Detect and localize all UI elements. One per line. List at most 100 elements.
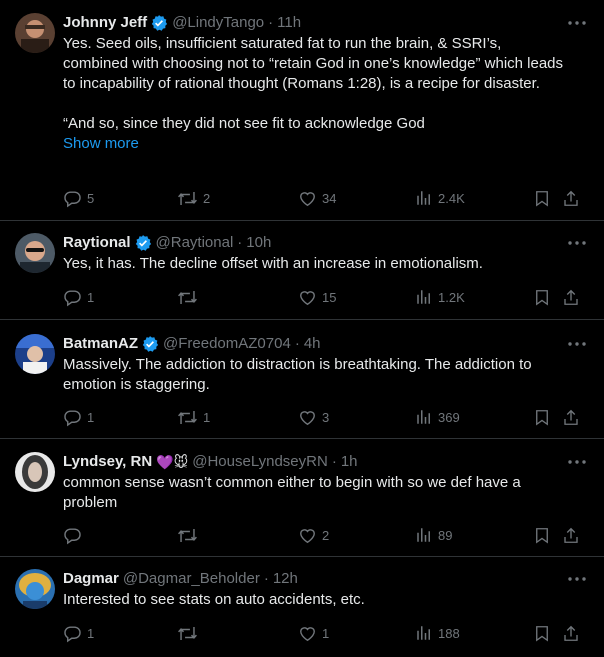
retweet-button[interactable]: [177, 526, 203, 545]
reply-button[interactable]: 5: [63, 189, 94, 208]
timestamp[interactable]: 12h: [273, 569, 298, 589]
tweet[interactable]: Johnny Jeff @LindyTango · 11h Yes. Seed …: [0, 0, 604, 221]
timestamp[interactable]: 1h: [341, 452, 358, 472]
tweet[interactable]: Lyndsey, RN 💜🐭 @HouseLyndseyRN · 1h comm…: [0, 439, 604, 557]
views-count: 188: [438, 625, 460, 641]
more-icon[interactable]: [566, 334, 588, 354]
bookmark-icon: [536, 625, 548, 642]
timestamp[interactable]: 11h: [277, 13, 301, 33]
views-icon: [417, 191, 430, 205]
views-icon: [417, 410, 430, 424]
bookmark-button[interactable]: [533, 408, 551, 427]
share-button[interactable]: [562, 526, 580, 545]
author-name[interactable]: Johnny Jeff: [63, 13, 147, 33]
author-handle[interactable]: @Raytional: [156, 233, 234, 253]
views-button[interactable]: 89: [415, 526, 452, 544]
reply-button[interactable]: 1: [63, 624, 94, 643]
reply-button[interactable]: 1: [63, 408, 94, 427]
views-button[interactable]: 2.4K: [415, 189, 465, 207]
more-icon[interactable]: [566, 233, 588, 253]
author-handle[interactable]: @HouseLyndseyRN: [192, 452, 328, 472]
more-icon[interactable]: [566, 13, 588, 33]
avatar[interactable]: [15, 569, 55, 609]
reply-icon: [64, 190, 81, 207]
like-button[interactable]: 34: [298, 189, 336, 208]
reply-count: 1: [87, 625, 95, 641]
like-count: 3: [322, 409, 330, 425]
reply-feed: Johnny Jeff @LindyTango · 11h Yes. Seed …: [0, 0, 604, 657]
reply-button[interactable]: [63, 526, 87, 545]
avatar[interactable]: [15, 452, 55, 492]
bookmark-button[interactable]: [533, 624, 551, 643]
bookmark-icon: [536, 289, 548, 306]
author-handle[interactable]: @FreedomAZ0704: [163, 334, 291, 354]
show-more-link[interactable]: Show more: [63, 134, 588, 154]
like-count: 2: [322, 527, 330, 543]
tweet[interactable]: BatmanAZ @FreedomAZ0704 · 4h Massively. …: [0, 320, 604, 439]
like-icon: [300, 626, 315, 641]
views-icon: [417, 626, 430, 640]
tweet-text: Massively. The addiction to distraction …: [63, 356, 532, 393]
views-button[interactable]: 1.2K: [415, 288, 465, 306]
bookmark-button[interactable]: [533, 526, 551, 545]
retweet-button[interactable]: 2: [177, 189, 210, 208]
views-button[interactable]: 369: [415, 408, 460, 426]
retweet-icon: [178, 626, 197, 640]
like-count: 34: [322, 190, 337, 206]
timestamp[interactable]: 10h: [246, 233, 271, 253]
bookmark-icon: [536, 190, 548, 207]
tweet-text: common sense wasn’t common either to beg…: [63, 474, 521, 511]
timestamp[interactable]: 4h: [304, 334, 321, 354]
like-button[interactable]: 1: [298, 624, 329, 643]
reply-count: 1: [87, 409, 95, 425]
tweet-text: Interested to see stats on auto accident…: [63, 591, 365, 608]
retweet-button[interactable]: [177, 624, 203, 643]
avatar[interactable]: [15, 13, 55, 53]
author-name[interactable]: BatmanAZ: [63, 334, 138, 354]
action-bar: 2 89: [63, 525, 588, 545]
bookmark-button[interactable]: [533, 288, 551, 307]
tweet[interactable]: Raytional @Raytional · 10h Yes, it has. …: [0, 221, 604, 320]
views-count: 369: [438, 409, 460, 425]
share-icon: [564, 409, 578, 425]
retweet-button[interactable]: [177, 288, 203, 307]
retweet-button[interactable]: 1: [177, 408, 210, 427]
author-handle[interactable]: @LindyTango: [172, 13, 264, 33]
reply-icon: [64, 289, 81, 306]
views-icon: [417, 290, 430, 304]
separator-dot: ·: [268, 14, 274, 31]
views-button[interactable]: 188: [415, 624, 460, 642]
action-bar: 1 1 3 369: [63, 407, 588, 427]
action-bar: 1 1 188: [63, 623, 588, 643]
share-icon: [564, 190, 578, 206]
bookmark-icon: [536, 527, 548, 544]
avatar[interactable]: [15, 233, 55, 273]
more-icon[interactable]: [566, 452, 588, 472]
like-icon: [300, 528, 315, 543]
verified-badge-icon: [134, 234, 152, 252]
separator-dot: ·: [263, 570, 269, 587]
like-icon: [300, 191, 315, 206]
like-button[interactable]: 2: [298, 526, 329, 545]
author-name[interactable]: Dagmar: [63, 569, 119, 589]
author-name[interactable]: Raytional: [63, 233, 131, 253]
tweet[interactable]: Dagmar @Dagmar_Beholder · 12h Interested…: [0, 557, 604, 657]
share-icon: [564, 625, 578, 641]
like-count: 15: [322, 289, 337, 305]
like-button[interactable]: 15: [298, 288, 336, 307]
action-bar: 1 15 1.2K: [63, 287, 588, 307]
share-button[interactable]: [562, 408, 580, 427]
like-button[interactable]: 3: [298, 408, 329, 427]
reply-button[interactable]: 1: [63, 288, 94, 307]
like-icon: [300, 290, 315, 305]
avatar[interactable]: [15, 334, 55, 374]
bookmark-button[interactable]: [533, 189, 551, 208]
share-button[interactable]: [562, 288, 580, 307]
like-icon: [300, 410, 315, 425]
share-button[interactable]: [562, 624, 580, 643]
author-name[interactable]: Lyndsey, RN: [63, 452, 152, 472]
more-icon[interactable]: [566, 569, 588, 589]
share-button[interactable]: [562, 189, 580, 208]
reply-icon: [64, 409, 81, 426]
author-handle[interactable]: @Dagmar_Beholder: [123, 569, 260, 589]
